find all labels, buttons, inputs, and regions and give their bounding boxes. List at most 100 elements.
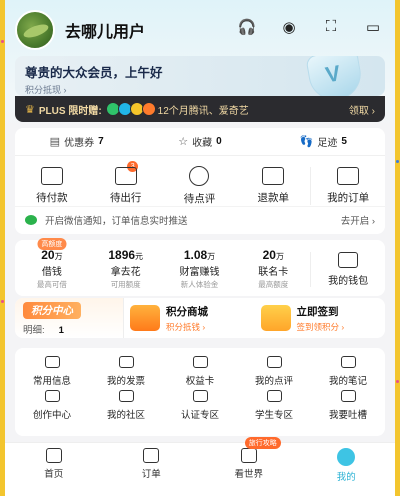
- confetti-dot: [1, 40, 4, 43]
- headset-icon[interactable]: 🎧: [237, 18, 257, 36]
- wallet-sub: 最高额度: [258, 280, 289, 289]
- plus-title: PLUS 限时赠:: [38, 105, 102, 117]
- smiley-icon: [340, 390, 356, 402]
- wechat-enable-link[interactable]: 去开启 ›: [341, 213, 375, 227]
- wallet-value: 1896元: [89, 248, 163, 262]
- grid-label: 我的发票: [106, 376, 145, 387]
- home-icon: [45, 448, 62, 463]
- partner-logos: [105, 102, 156, 116]
- community-icon: [118, 390, 134, 402]
- footprint-icon: 👣: [299, 136, 314, 148]
- naquhua-item[interactable]: 1896元 拿去花 可用额度: [89, 248, 163, 290]
- wallet-sub: 新人体验金: [180, 280, 219, 289]
- grid-item-feedback[interactable]: 我要吐槽: [311, 388, 385, 422]
- nav-mine[interactable]: 我的: [298, 443, 396, 484]
- grid-item-reviews[interactable]: 我的点评: [237, 354, 311, 388]
- wechat-notify-row[interactable]: 开启微信通知，订单信息实时推送 去开启 ›: [15, 206, 385, 232]
- grid-item-verification[interactable]: 认证专区: [163, 388, 237, 422]
- borrow-item[interactable]: 高额度 20万 借钱 最高可借: [15, 238, 89, 290]
- list-icon: [337, 167, 360, 185]
- grid-item-creator[interactable]: 创作中心: [15, 388, 89, 422]
- grid-item-common-info[interactable]: 常用信息: [15, 354, 89, 388]
- coupon-stat[interactable]: ▤ 优惠券 7: [15, 134, 138, 149]
- value-unit: 元: [135, 252, 144, 261]
- edit-icon: [266, 356, 282, 368]
- grid-item-notes[interactable]: 我的笔记: [311, 354, 385, 388]
- grid-item-student[interactable]: 学生专区: [237, 388, 311, 422]
- confetti-dot: [1, 300, 4, 303]
- points-mall-button[interactable]: 积分商城 积分抵钱 ›: [123, 298, 255, 338]
- badge-icon: [192, 390, 208, 402]
- signin-button[interactable]: 立即签到 签到领积分 ›: [255, 298, 386, 338]
- grid-item-benefit-card[interactable]: 权益卡: [163, 354, 237, 388]
- points-row: 积分中心 明细: 1 积分商城 积分抵钱 › 立即签到 签到领积分 ›: [15, 298, 385, 338]
- username[interactable]: 去哪儿用户: [65, 18, 145, 42]
- grid-item-community[interactable]: 我的社区: [89, 388, 163, 422]
- stat-value: 0: [216, 136, 222, 147]
- points-center-title: 积分中心: [23, 302, 81, 319]
- profile-icon: [337, 448, 356, 466]
- points-detail-value: 1: [58, 325, 64, 336]
- id-card-icon: [44, 356, 60, 368]
- cobrand-card-item[interactable]: 20万 联名卡 最高额度: [236, 248, 310, 290]
- refund-button[interactable]: 退款单: [236, 167, 310, 205]
- points-detail: 明细: 1: [23, 322, 115, 336]
- stat-value: 7: [98, 136, 104, 147]
- refund-icon: [262, 167, 285, 185]
- order-label: 待点评: [183, 193, 216, 205]
- calendar-icon: [260, 305, 291, 331]
- points-detail-label: 明细:: [23, 325, 45, 336]
- nav-orders[interactable]: 订单: [103, 443, 201, 484]
- points-mall-sub: 积分抵钱 ›: [166, 321, 206, 332]
- pending-review-button[interactable]: 待点评: [163, 166, 237, 206]
- wallet-name: 联名卡: [258, 267, 289, 278]
- member-card[interactable]: 尊贵的大众会员，上午好 积分抵现 ›: [15, 56, 385, 96]
- stat-label: 优惠券: [64, 138, 95, 149]
- points-summary[interactable]: 积分中心 明细: 1: [15, 298, 123, 338]
- nav-label: 我的: [336, 472, 356, 483]
- wallet-value: 1.08万: [163, 248, 237, 262]
- services-grid-card: 常用信息 我的发票 权益卡 我的点评 我的笔记 创作中心 我的社区 认证专区 学…: [15, 348, 385, 436]
- bottom-nav: 首页 订单 旅行攻略 看世界 我的: [5, 437, 396, 484]
- points-mall-label: 积分商城: [166, 305, 208, 318]
- my-orders-button[interactable]: 我的订单: [310, 167, 385, 205]
- confetti-dot: [396, 160, 399, 163]
- pending-payment-button[interactable]: 待付款: [15, 167, 89, 205]
- my-wallet-button[interactable]: 我的钱包: [310, 251, 385, 287]
- value-number: 20: [262, 248, 276, 262]
- wechat-text: 开启微信通知，订单信息实时推送: [45, 215, 188, 227]
- grid-label: 认证专区: [180, 410, 219, 421]
- nav-home[interactable]: 首页: [5, 443, 103, 484]
- nav-label: 看世界: [234, 469, 263, 480]
- signin-label: 立即签到: [296, 305, 339, 318]
- crown-icon: ♛: [25, 103, 35, 116]
- plus-text: 12个月腾讯、爱奇艺: [157, 105, 249, 117]
- ticket-icon: ▤: [49, 136, 61, 148]
- high-limit-badge: 高额度: [37, 238, 67, 250]
- avatar[interactable]: [15, 10, 55, 50]
- grid-label: 常用信息: [32, 376, 71, 387]
- wealth-item[interactable]: 1.08万 财富赚钱 新人体验金: [163, 248, 237, 290]
- heart-icon: [189, 166, 210, 186]
- partner-logo-icon: [141, 102, 156, 116]
- plus-claim-button[interactable]: 领取 ›: [349, 102, 375, 117]
- footprint-stat[interactable]: 👣 足迹 5: [262, 134, 385, 149]
- plus-promo-bar[interactable]: ♛ PLUS 限时赠: 12个月腾讯、爱奇艺 领取 ›: [15, 96, 385, 122]
- value-unit: 万: [207, 252, 216, 261]
- wallet-name: 我的钱包: [328, 275, 369, 287]
- message-icon[interactable]: ▭: [363, 18, 383, 36]
- wallet-value: 20万: [236, 248, 310, 262]
- grid-label: 权益卡: [185, 376, 215, 387]
- pending-travel-button[interactable]: 3 待出行: [89, 161, 163, 205]
- wallet-card: 高额度 20万 借钱 最高可借 1896元 拿去花 可用额度 1.08万 财富赚…: [15, 238, 385, 296]
- wallet-sub: 可用额度: [110, 280, 141, 289]
- nav-explore[interactable]: 旅行攻略 看世界: [200, 437, 298, 484]
- stats-row: ▤ 优惠券 7 ☆ 收藏 0 👣 足迹 5: [15, 128, 385, 156]
- eye-icon[interactable]: ◉: [279, 18, 299, 36]
- wallet-name: 财富赚钱: [179, 267, 220, 278]
- grid-item-invoice[interactable]: 我的发票: [89, 354, 163, 388]
- grid-label: 我的笔记: [328, 376, 367, 387]
- favorite-stat[interactable]: ☆ 收藏 0: [138, 134, 261, 149]
- app-screen: 去哪儿用户 🎧 ◉ ⛶ ▭ 尊贵的大众会员，上午好 积分抵现 › ♛ PLUS …: [5, 0, 395, 496]
- scan-icon[interactable]: ⛶: [321, 18, 341, 36]
